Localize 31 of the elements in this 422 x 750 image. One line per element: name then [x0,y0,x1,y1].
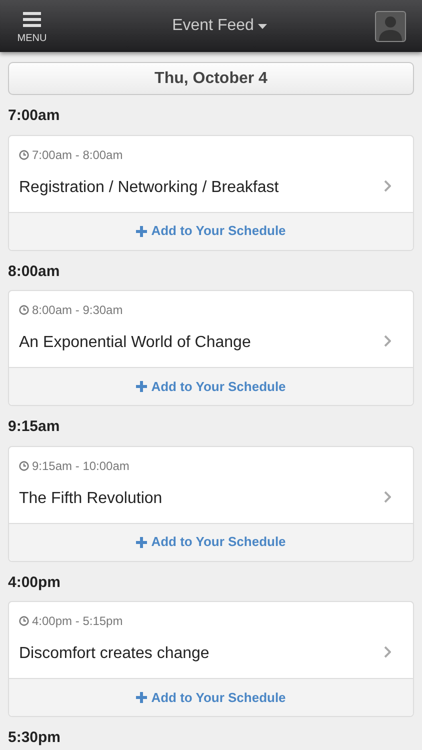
date-button[interactable]: Thu, October 4 [8,62,414,95]
plus-icon [136,381,148,392]
event-title[interactable]: Discomfort creates change [19,642,210,666]
chevron-right-icon[interactable] [384,490,391,502]
clock-icon [19,616,29,626]
time-heading: 8:00am [8,262,61,282]
caret-icon [258,24,267,28]
time-heading: 7:00am [8,106,61,126]
time-range: 4:00pm - 5:15pm [32,613,123,630]
plus-icon [136,226,148,236]
title-dropdown[interactable]: Event Feed [166,13,273,39]
time-heading: 4:00pm [8,572,62,592]
plus-icon [136,692,148,703]
menu-button[interactable]: MENU [0,6,64,46]
chevron-right-icon[interactable] [384,180,391,192]
event-title[interactable]: Registration / Networking / Breakfast [19,176,279,200]
menu-icon [23,12,41,27]
time-heading: 9:15am [8,417,61,437]
plus-icon [136,536,148,548]
time-range: 9:15am - 10:00am [32,458,130,474]
time-heading: 5:30pm [8,728,62,748]
clock-icon [19,460,29,470]
time-range: 8:00am - 9:30am [32,302,123,319]
time-range: 7:00am - 8:00am [32,146,123,164]
chevron-right-icon[interactable] [384,335,391,347]
avatar-icon[interactable] [374,10,406,42]
event-title[interactable]: The Fifth Revolution [19,486,162,510]
chevron-right-icon[interactable] [384,646,391,658]
clock-icon [19,305,29,315]
clock-icon [19,150,29,160]
event-title[interactable]: An Exponential World of Change [19,331,251,355]
